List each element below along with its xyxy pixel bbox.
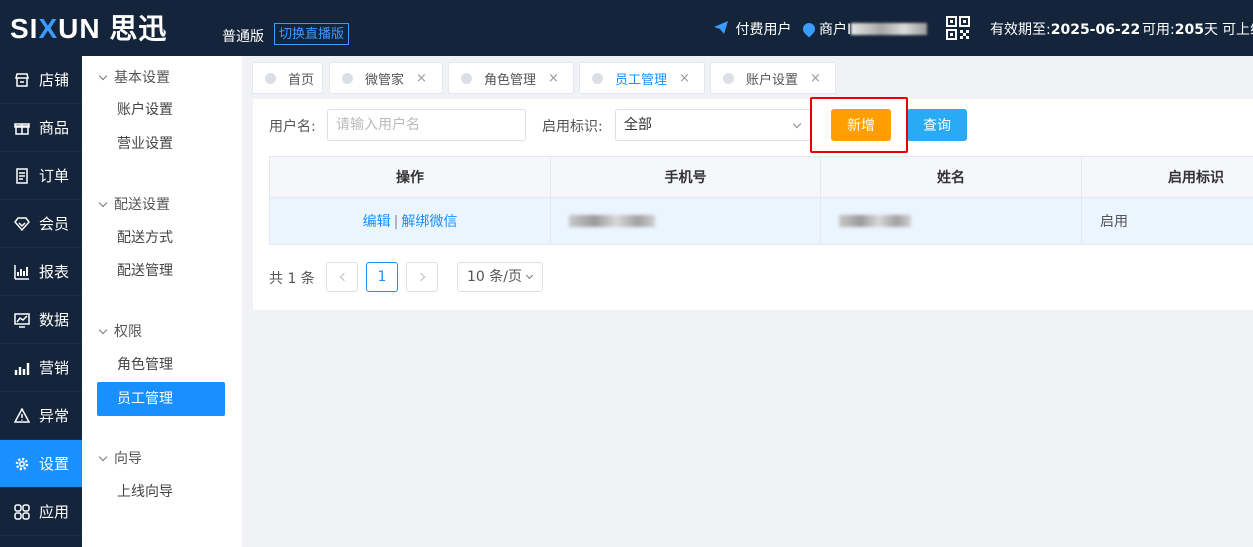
settings-submenu: 基本设置 账户设置 营业设置 配送设置 配送方式 配送管理 权限 角色管理 员工… — [82, 56, 242, 547]
actions-cell: 编辑 | 解绑微信 — [269, 197, 551, 245]
status-cell: 启用 — [1081, 197, 1253, 245]
close-icon[interactable]: × — [548, 71, 559, 86]
tab-staff-management[interactable]: 员工管理 × — [579, 62, 705, 94]
username-label: 用户名: — [269, 119, 316, 135]
chevron-left-icon — [339, 272, 348, 282]
close-icon[interactable]: × — [679, 71, 690, 86]
tab-status-dot — [461, 72, 472, 84]
add-button[interactable]: 新增 — [831, 109, 891, 141]
submenu-business-settings[interactable]: 营业设置 — [97, 127, 225, 161]
order-icon — [14, 167, 30, 184]
qr-code-icon[interactable] — [946, 16, 970, 40]
tab-status-dot — [592, 72, 603, 84]
gear-icon — [14, 456, 30, 472]
group-permissions[interactable]: 权限 — [98, 321, 142, 341]
member-icon — [14, 216, 30, 232]
status-select[interactable]: 全部 — [615, 109, 811, 141]
tab-wechat-manager[interactable]: 微管家 × — [329, 62, 443, 94]
chevron-down-icon — [98, 198, 108, 208]
separator: | — [393, 214, 399, 230]
apps-icon — [14, 503, 30, 520]
close-icon[interactable]: × — [416, 71, 427, 86]
tab-status-dot — [342, 72, 353, 84]
column-header-phone[interactable]: 手机号 — [550, 156, 821, 198]
nav-item-apps[interactable]: 应用 — [0, 488, 82, 536]
report-icon — [14, 264, 30, 280]
edit-link[interactable]: 编辑 — [363, 214, 391, 230]
next-page-button[interactable] — [406, 262, 438, 292]
tab-account-settings[interactable]: 账户设置 × — [710, 62, 836, 94]
location-icon — [800, 20, 818, 38]
submenu-launch-guide[interactable]: 上线向导 — [97, 475, 225, 509]
submenu-staff-management[interactable]: 员工管理 — [97, 382, 225, 416]
column-header-name[interactable]: 姓名 — [820, 156, 1082, 198]
tab-status-dot — [265, 72, 276, 84]
data-icon — [14, 312, 30, 328]
query-button[interactable]: 查询 — [907, 109, 967, 141]
group-delivery-settings[interactable]: 配送设置 — [98, 194, 170, 214]
top-bar: SIXUN 思迅 普通版 切换直播版 付费用户 商户I 有效期至:2025-06… — [0, 0, 1253, 56]
switch-live-edition-button[interactable]: 切换直播版 — [274, 23, 350, 45]
name-redacted — [839, 215, 911, 227]
chevron-down-icon — [525, 271, 534, 280]
marketing-icon — [14, 360, 30, 376]
chevron-right-icon — [416, 272, 425, 282]
group-guide[interactable]: 向导 — [98, 448, 142, 468]
gift-icon — [14, 120, 30, 136]
chevron-down-icon — [98, 71, 108, 81]
paid-user-badge[interactable]: 付费用户 — [714, 19, 791, 39]
group-basic-settings[interactable]: 基本设置 — [98, 67, 170, 87]
available-days: 可用:205天 — [1142, 22, 1218, 38]
merchant-name-redacted — [851, 23, 928, 35]
submenu-delivery-method[interactable]: 配送方式 — [97, 221, 225, 255]
unbind-wechat-link[interactable]: 解绑微信 — [401, 214, 457, 230]
chevron-down-icon — [792, 119, 802, 129]
column-header-actions[interactable]: 操作 — [269, 156, 551, 198]
nav-item-orders[interactable]: 订单 — [0, 152, 82, 200]
nav-item-reports[interactable]: 报表 — [0, 248, 82, 296]
username-input[interactable] — [327, 109, 526, 141]
prev-page-button[interactable] — [326, 262, 358, 292]
warning-icon — [14, 407, 30, 424]
nav-item-data[interactable]: 数据 — [0, 296, 82, 344]
chevron-down-icon — [98, 325, 108, 335]
nav-item-exceptions[interactable]: 异常 — [0, 392, 82, 440]
status-filter-label: 启用标识: — [542, 119, 603, 135]
phone-redacted — [569, 215, 655, 227]
submenu-role-management[interactable]: 角色管理 — [97, 348, 225, 382]
phone-cell — [550, 197, 821, 245]
table-row[interactable]: 编辑 | 解绑微信 启用 — [269, 197, 1253, 245]
edition-label: 普通版 — [222, 29, 264, 45]
main-nav: 店铺 商品 订单 会员 报表 数据 营销 异常 设置 应用 — [0, 56, 82, 547]
brand-logo[interactable]: SIXUN 思迅 — [10, 12, 167, 46]
paper-plane-icon — [714, 21, 732, 38]
close-icon[interactable]: × — [810, 71, 821, 86]
store-icon — [14, 72, 30, 88]
nav-item-products[interactable]: 商品 — [0, 104, 82, 152]
tab-home[interactable]: 首页 — [252, 62, 323, 94]
staff-table: 操作 手机号 姓名 启用标识 编辑 | 解绑微信 启用 — [269, 156, 1253, 245]
chevron-down-icon — [98, 452, 108, 462]
tab-status-dot — [723, 72, 734, 84]
page-size-select[interactable]: 10 条/页 — [457, 262, 543, 292]
page-number-button[interactable]: 1 — [366, 262, 398, 292]
column-header-status[interactable]: 启用标识 — [1081, 156, 1253, 198]
table-header-row: 操作 手机号 姓名 启用标识 — [269, 156, 1253, 198]
submenu-delivery-management[interactable]: 配送管理 — [97, 254, 225, 288]
tab-role-management[interactable]: 角色管理 × — [448, 62, 574, 94]
name-cell — [820, 197, 1082, 245]
nav-item-store[interactable]: 店铺 — [0, 56, 82, 104]
total-count: 共 1 条 — [269, 271, 315, 287]
merchant-info[interactable]: 商户I — [800, 19, 928, 39]
expiry-info: 有效期至:2025-06-22 — [990, 22, 1141, 38]
submenu-account-settings[interactable]: 账户设置 — [97, 93, 225, 127]
nav-item-members[interactable]: 会员 — [0, 200, 82, 248]
nav-item-settings[interactable]: 设置 — [0, 440, 82, 488]
go-live-link[interactable]: 可上线 — [1222, 19, 1253, 39]
nav-item-marketing[interactable]: 营销 — [0, 344, 82, 392]
